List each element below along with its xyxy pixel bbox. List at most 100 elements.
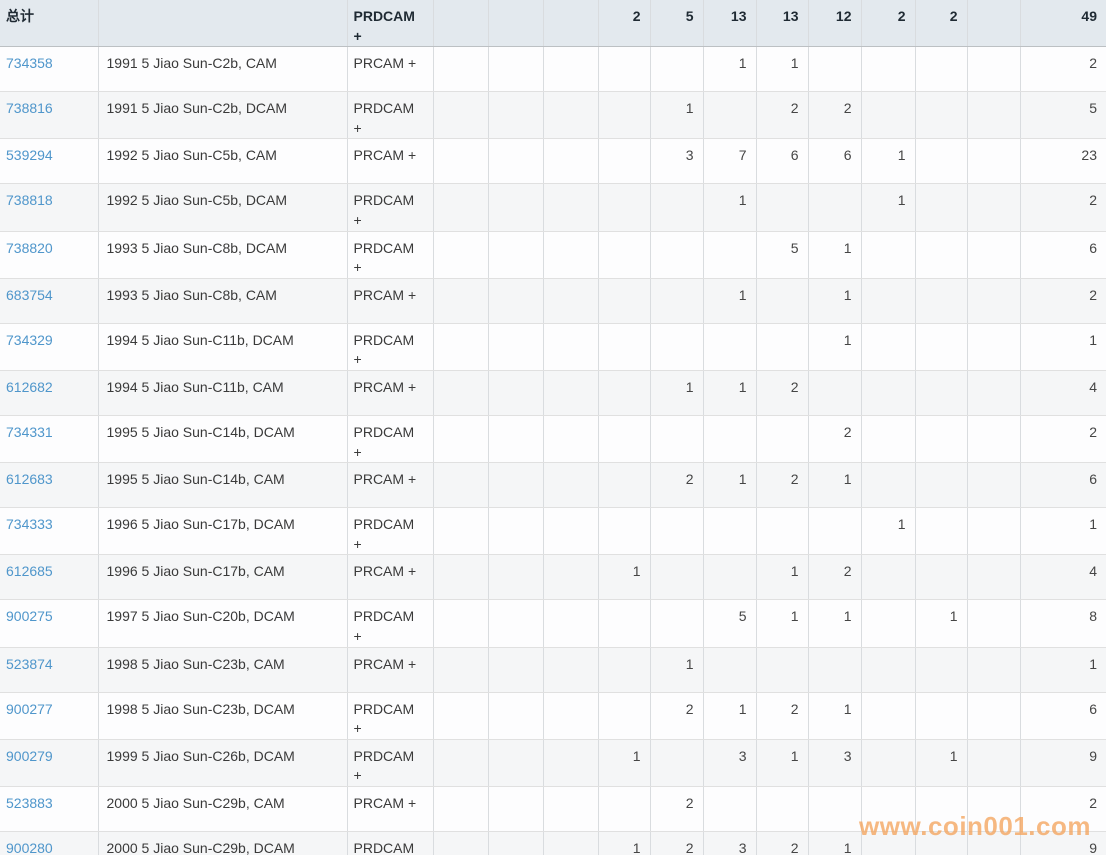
- count-cell: [861, 831, 916, 855]
- coin-description: 1995 5 Jiao Sun-C14b, CAM: [98, 462, 348, 509]
- header-total-label: 总计: [0, 0, 99, 48]
- count-cell: [543, 507, 599, 556]
- count-cell: [543, 138, 599, 185]
- count-cell: [861, 415, 916, 464]
- coin-description: 1998 5 Jiao Sun-C23b, CAM: [98, 647, 348, 693]
- coin-id-link[interactable]: 734358: [6, 55, 53, 71]
- table-row: 683754 1993 5 Jiao Sun-C8b, CAM PRCAM + 1 1 2: [0, 278, 1106, 324]
- coin-description: 1992 5 Jiao Sun-C5b, DCAM: [98, 183, 348, 232]
- count-cell: [598, 278, 651, 324]
- coin-id-link[interactable]: 612682: [6, 379, 53, 395]
- count-cell: [967, 692, 1021, 740]
- coin-id-link[interactable]: 523874: [6, 656, 53, 672]
- coin-id-cell: 612682: [0, 370, 99, 416]
- count-cell: [861, 647, 916, 693]
- count-cell: [756, 507, 809, 556]
- count-cell: [808, 786, 862, 832]
- count-cell: [756, 278, 809, 324]
- coin-id-link[interactable]: 734331: [6, 424, 53, 440]
- header-count: [543, 0, 599, 48]
- coin-id-link[interactable]: 539294: [6, 147, 53, 163]
- grade-code: PRCAM +: [347, 370, 434, 416]
- coin-id-link[interactable]: 738816: [6, 100, 53, 116]
- count-cell: [598, 786, 651, 832]
- count-cell: [967, 554, 1021, 601]
- coin-id-link[interactable]: 900280: [6, 840, 53, 855]
- count-cell: [756, 786, 809, 832]
- count-cell: 1: [650, 91, 704, 140]
- count-cell: 3: [703, 831, 757, 855]
- coin-id-link[interactable]: 523883: [6, 795, 53, 811]
- count-cell: [488, 554, 544, 601]
- count-cell: [650, 183, 704, 232]
- coin-id-link[interactable]: 900279: [6, 748, 53, 764]
- count-cell: [433, 278, 489, 324]
- coin-id-link[interactable]: 612683: [6, 471, 53, 487]
- count-cell: [598, 462, 651, 509]
- count-cell: [598, 138, 651, 185]
- count-cell: [808, 370, 862, 416]
- count-cell: [488, 370, 544, 416]
- count-cell: 2: [650, 462, 704, 509]
- header-count: 13: [703, 0, 757, 48]
- count-cell: [861, 278, 916, 324]
- table-row: 612683 1995 5 Jiao Sun-C14b, CAM PRCAM +2 1…: [0, 462, 1106, 509]
- count-cell: 1: [703, 183, 757, 232]
- coin-id-link[interactable]: 734329: [6, 332, 53, 348]
- count-cell: 6: [756, 138, 809, 185]
- count-cell: [703, 415, 757, 464]
- row-total-cell: 6: [1020, 462, 1106, 509]
- coin-id-cell: 900280: [0, 831, 99, 855]
- row-total-cell: 2: [1020, 46, 1106, 93]
- population-report-view: 总计 PRDCAM + 2 5 13 13 12 2 2 49 734358 19…: [0, 0, 1106, 855]
- grade-code: PRCAM +: [347, 46, 434, 93]
- count-cell: [861, 323, 916, 371]
- coin-id-link[interactable]: 738820: [6, 240, 53, 256]
- header-count: 2: [915, 0, 968, 48]
- coin-id-link[interactable]: 734333: [6, 516, 53, 532]
- coin-id-link[interactable]: 738818: [6, 192, 53, 208]
- count-cell: 1: [808, 323, 862, 371]
- count-cell: [433, 739, 489, 787]
- header-count: [433, 0, 489, 48]
- row-total-cell: 5: [1020, 91, 1106, 140]
- count-cell: [543, 46, 599, 93]
- count-cell: 6: [808, 138, 862, 185]
- grade-code: PRCAM +: [347, 462, 434, 509]
- row-total-cell: 1: [1020, 323, 1106, 371]
- count-cell: 3: [703, 739, 757, 787]
- count-cell: [543, 692, 599, 740]
- count-cell: [650, 231, 704, 279]
- header-grade-code: PRDCAM +: [347, 0, 434, 48]
- count-cell: [861, 231, 916, 279]
- header-description: [98, 0, 348, 48]
- coin-id-link[interactable]: 683754: [6, 287, 53, 303]
- count-cell: [598, 91, 651, 140]
- count-cell: [488, 183, 544, 232]
- coin-id-link[interactable]: 900275: [6, 608, 53, 624]
- count-cell: [915, 462, 968, 509]
- count-cell: [543, 786, 599, 832]
- count-cell: 1: [703, 370, 757, 416]
- table-row: 900277 1998 5 Jiao Sun-C23b, DCAM PRDCAM +…: [0, 692, 1106, 740]
- table-row: 738818 1992 5 Jiao Sun-C5b, DCAM PRDCAM + 1…: [0, 183, 1106, 232]
- table-row: 612685 1996 5 Jiao Sun-C17b, CAM PRCAM + 1 1…: [0, 554, 1106, 601]
- count-cell: 2: [756, 370, 809, 416]
- count-cell: [915, 831, 968, 855]
- count-cell: [650, 278, 704, 324]
- count-cell: 1: [808, 278, 862, 324]
- table-row: 738820 1993 5 Jiao Sun-C8b, DCAM PRDCAM + 5…: [0, 231, 1106, 279]
- coin-id-cell: 738816: [0, 91, 99, 140]
- count-cell: 1: [808, 599, 862, 648]
- count-cell: [915, 231, 968, 279]
- count-cell: [433, 786, 489, 832]
- coin-id-link[interactable]: 612685: [6, 563, 53, 579]
- coin-id-cell: 683754: [0, 278, 99, 324]
- count-cell: [915, 91, 968, 140]
- row-total-cell: 9: [1020, 739, 1106, 787]
- table-row: 900280 2000 5 Jiao Sun-C29b, DCAMPRDCAM +…: [0, 831, 1106, 855]
- coin-id-link[interactable]: 900277: [6, 701, 53, 717]
- count-cell: 2: [650, 692, 704, 740]
- table-row: 738816 1991 5 Jiao Sun-C2b, DCAM PRDCAM + 1…: [0, 91, 1106, 140]
- count-cell: [967, 599, 1021, 648]
